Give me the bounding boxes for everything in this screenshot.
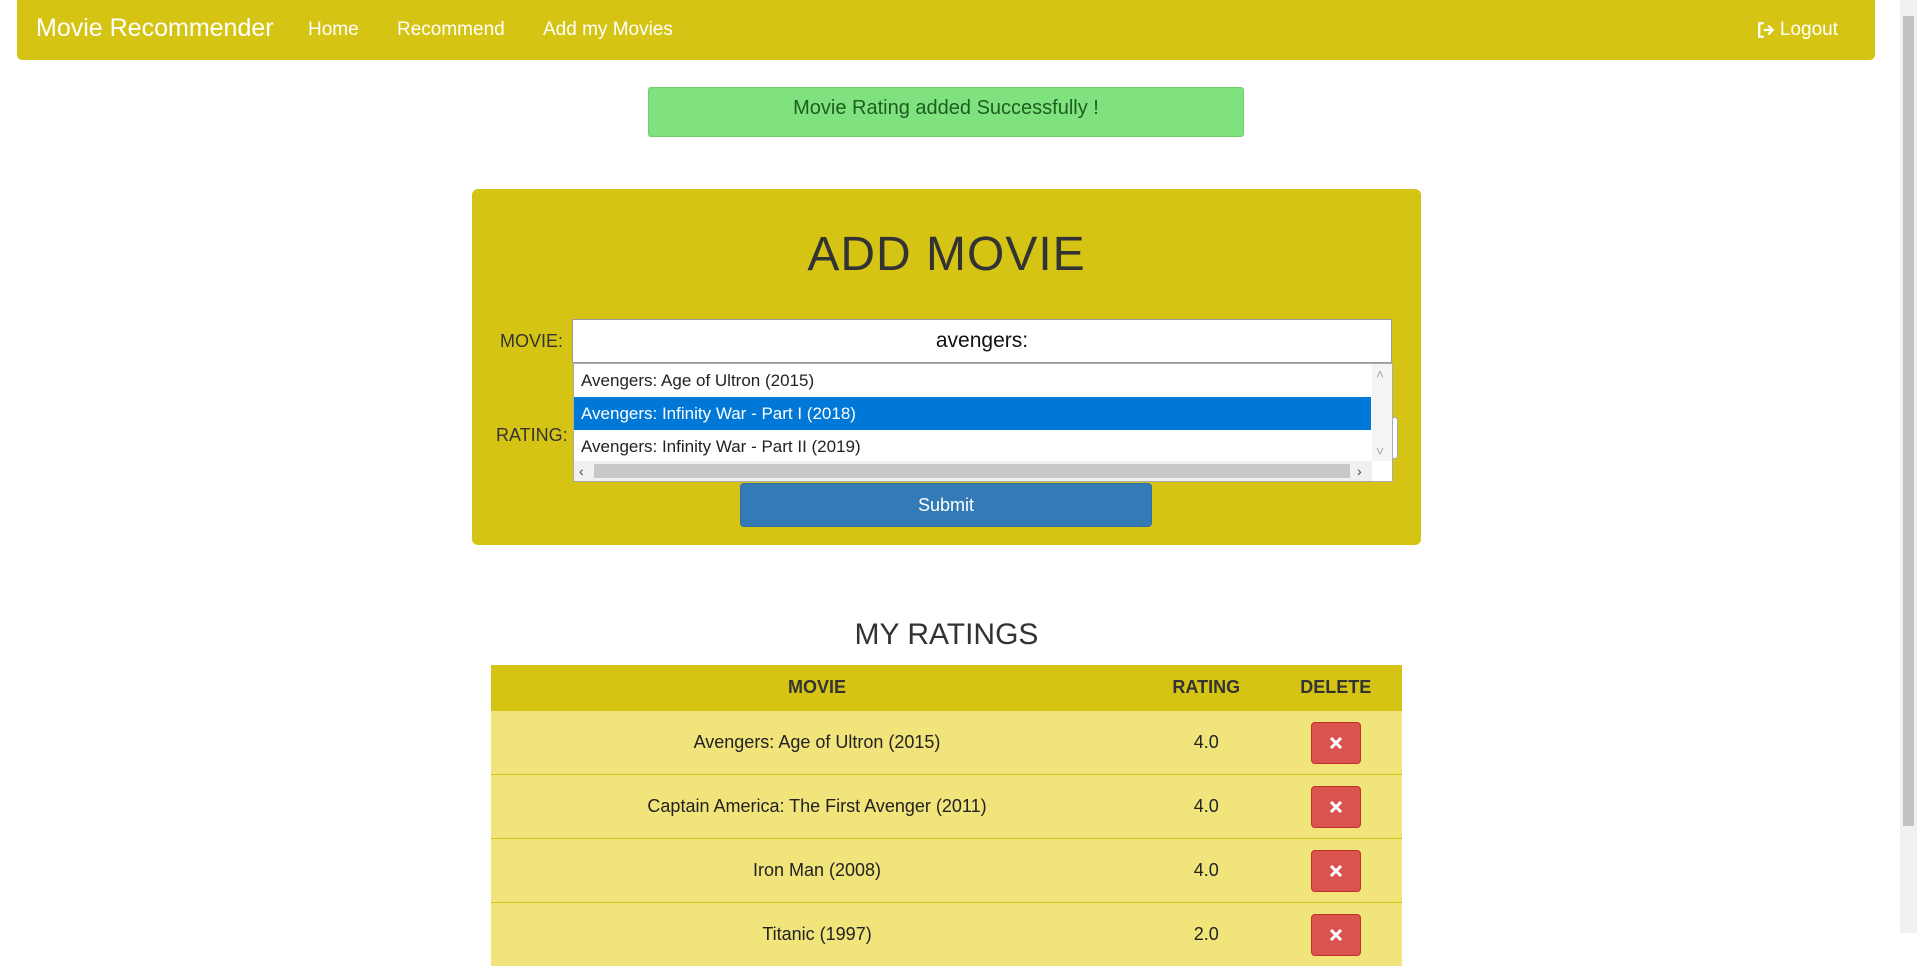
table-header-row: MOVIE RATING DELETE [491, 665, 1402, 711]
autocomplete-dropdown: Avengers: Age of Ultron (2015) Avengers:… [573, 363, 1393, 482]
logout-link[interactable]: Logout [1757, 19, 1838, 41]
page-scrollbar-thumb[interactable] [1903, 16, 1914, 826]
movie-cell: Captain America: The First Avenger (2011… [491, 775, 1143, 839]
navbar: Movie Recommender Home Recommend Add my … [17, 0, 1875, 60]
close-icon [1329, 736, 1343, 750]
movie-label: MOVIE: [500, 331, 563, 352]
close-icon [1329, 928, 1343, 942]
panel-title: ADD MOVIE [472, 227, 1421, 282]
nav-home[interactable]: Home [308, 19, 359, 41]
scroll-up-icon[interactable]: ˄ [1376, 367, 1384, 381]
ratings-title: MY RATINGS [0, 618, 1893, 652]
scroll-left-icon[interactable]: ‹ [579, 464, 584, 478]
column-header-rating: RATING [1143, 665, 1270, 711]
submit-button[interactable]: Submit [740, 483, 1152, 527]
rating-cell: 2.0 [1143, 903, 1270, 966]
movie-cell: Avengers: Age of Ultron (2015) [491, 711, 1143, 775]
rating-cell: 4.0 [1143, 711, 1270, 775]
autocomplete-option-selected[interactable]: Avengers: Infinity War - Part I (2018) [574, 397, 1371, 430]
movie-cell: Iron Man (2008) [491, 839, 1143, 903]
dropdown-horizontal-scrollbar[interactable]: ‹ › [574, 461, 1372, 481]
logout-label: Logout [1780, 19, 1838, 41]
delete-button[interactable] [1311, 850, 1361, 892]
dropdown-vertical-scrollbar[interactable]: ˄ ˅ [1372, 364, 1392, 461]
scrollbar-thumb[interactable] [594, 464, 1350, 478]
delete-button[interactable] [1311, 786, 1361, 828]
logout-icon [1757, 21, 1775, 39]
table-row: Captain America: The First Avenger (2011… [491, 775, 1402, 839]
delete-button[interactable] [1311, 914, 1361, 956]
column-header-delete: DELETE [1270, 665, 1402, 711]
table-row: Avengers: Age of Ultron (2015) 4.0 [491, 711, 1402, 775]
nav-recommend[interactable]: Recommend [397, 19, 505, 41]
scroll-right-icon[interactable]: › [1357, 464, 1362, 478]
close-icon [1329, 864, 1343, 878]
delete-cell [1270, 903, 1402, 966]
delete-cell [1270, 839, 1402, 903]
close-icon [1329, 800, 1343, 814]
movie-cell: Titanic (1997) [491, 903, 1143, 966]
ratings-table: MOVIE RATING DELETE Avengers: Age of Ult… [491, 665, 1402, 966]
delete-button[interactable] [1311, 722, 1361, 764]
rating-label: RATING: [496, 425, 568, 446]
column-header-movie: MOVIE [491, 665, 1143, 711]
autocomplete-option[interactable]: Avengers: Age of Ultron (2015) [574, 364, 1371, 397]
table-row: Titanic (1997) 2.0 [491, 903, 1402, 966]
movie-input[interactable] [572, 319, 1392, 363]
success-alert: Movie Rating added Successfully ! [648, 87, 1244, 137]
scroll-down-icon[interactable]: ˅ [1376, 444, 1384, 458]
table-row: Iron Man (2008) 4.0 [491, 839, 1402, 903]
rating-cell: 4.0 [1143, 839, 1270, 903]
delete-cell [1270, 775, 1402, 839]
brand-link[interactable]: Movie Recommender [36, 14, 274, 43]
nav-add-my-movies[interactable]: Add my Movies [543, 19, 673, 41]
rating-cell: 4.0 [1143, 775, 1270, 839]
delete-cell [1270, 711, 1402, 775]
page-scrollbar[interactable] [1900, 0, 1917, 933]
autocomplete-option[interactable]: Avengers: Infinity War - Part II (2019) [574, 430, 1371, 463]
